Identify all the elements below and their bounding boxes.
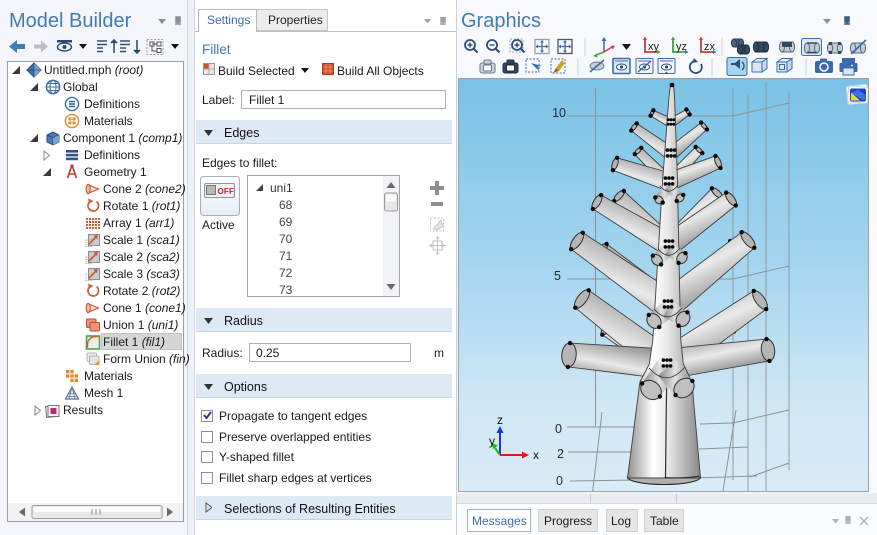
- svg-text:2: 2: [557, 447, 564, 461]
- svg-text:zx: zx: [704, 41, 716, 53]
- svg-text:0: 0: [555, 422, 562, 436]
- svg-text:xy: xy: [648, 41, 660, 53]
- svg-text:5: 5: [554, 269, 561, 283]
- svg-text:0: 0: [556, 474, 563, 488]
- svg-text:yz: yz: [676, 41, 687, 53]
- svg-text:x: x: [533, 448, 539, 462]
- svg-text:y: y: [489, 434, 495, 448]
- svg-text:10: 10: [552, 106, 566, 120]
- svg-text:z: z: [497, 413, 503, 427]
